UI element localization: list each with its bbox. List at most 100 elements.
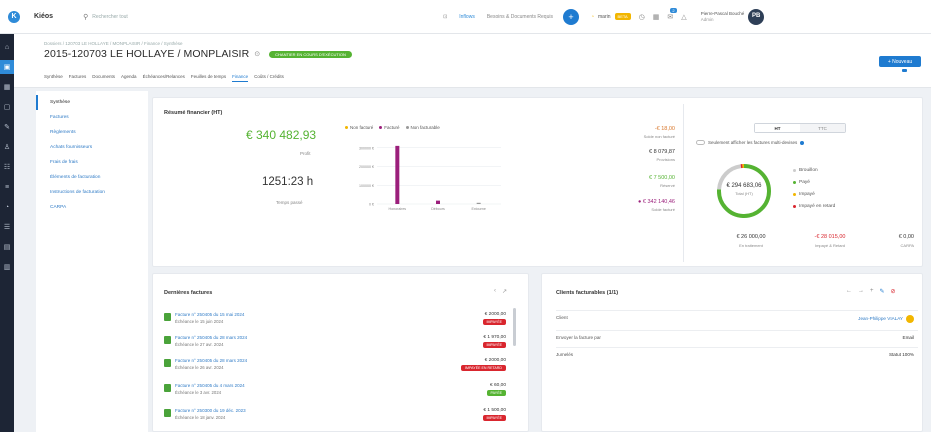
invoice-row[interactable]: Facture n° 250405 du 28 mars 2024 Échéan…: [164, 356, 516, 376]
multicurrency-toggle[interactable]: [696, 140, 705, 145]
jumeles-value: Statut 100%: [888, 352, 914, 357]
invoice-file-icon: [164, 384, 171, 392]
search-icon: ⚲: [83, 13, 89, 21]
invoice-title[interactable]: Facture n° 250300 du 19 déc. 2023: [175, 408, 246, 413]
invoice-title[interactable]: Facture n° 250405 du 28 mars 2024: [175, 335, 247, 340]
client-value[interactable]: Jean-Philippe VIALAY: [858, 315, 914, 323]
legend-dot: [793, 193, 796, 196]
sidebar-documents-icon[interactable]: ▦: [0, 80, 14, 94]
footer-carpa-value: € 0,00: [898, 234, 914, 240]
messages-icon[interactable]: ✉ 2: [667, 7, 677, 21]
arrow-right-icon[interactable]: →: [858, 288, 864, 295]
sidebar-edit-icon[interactable]: ✎: [0, 120, 14, 134]
invoice-scrollbar[interactable]: [513, 308, 516, 346]
client-label: Client: [556, 315, 568, 320]
new-button[interactable]: + Nouveau: [879, 56, 921, 67]
nav-synthese[interactable]: Synthèse: [36, 95, 148, 110]
footer-impaye-value: -€ 28 015,00: [814, 234, 846, 240]
legend-label: Impayé: [799, 192, 815, 197]
value-solde-facture: ● € 342 140,46: [638, 199, 675, 205]
ht-ttc-switch[interactable]: HT TTC: [754, 123, 846, 133]
nav-instructions-facturation[interactable]: Instructions de facturation: [36, 185, 148, 200]
add-icon[interactable]: +: [870, 288, 874, 295]
sidebar-list-icon[interactable]: ☷: [0, 160, 14, 174]
seg-ht[interactable]: HT: [755, 124, 800, 132]
breadcrumb[interactable]: Dossiers / 120703 LE HOLLAYE / MONPLAISI…: [44, 41, 182, 46]
tab-agenda[interactable]: Agenda: [121, 74, 137, 82]
global-search[interactable]: ⚲ Rechercher tout: [83, 13, 443, 21]
page-title: 2015-120703 LE HOLLAYE / MONPLAISIR: [44, 48, 250, 60]
invoice-row[interactable]: Facture n° 250405 du 28 mars 2024 Échéan…: [164, 333, 516, 353]
sidebar-stats-icon[interactable]: ▤: [0, 240, 14, 254]
account-icons: ◔: [590, 13, 595, 20]
sidebar-settings-icon[interactable]: ▥: [0, 260, 14, 274]
tab-echeances[interactable]: Échéances/Relances: [143, 74, 185, 82]
invoice-title[interactable]: Facture n° 250405 du 15 mai 2024: [175, 312, 244, 317]
nav-elements-facturation[interactable]: Éléments de facturation: [36, 170, 148, 185]
sidebar-menu-icon[interactable]: ≡: [0, 180, 14, 194]
add-button[interactable]: +: [562, 8, 579, 25]
bar-non-facturable[interactable]: [476, 202, 481, 204]
sidebar-contacts-icon[interactable]: ♙: [0, 140, 14, 154]
y-tick-label: 200000 €: [359, 165, 374, 169]
app-logo[interactable]: K: [0, 0, 28, 34]
documents-link[interactable]: Besoins & Documents Requis: [487, 14, 553, 20]
sidebar-files-icon[interactable]: ▢: [0, 100, 14, 114]
time-label: Temps passé: [276, 200, 303, 205]
nav-achats[interactable]: Achats fournisseurs: [36, 140, 148, 155]
app-name: Kiéos: [34, 13, 54, 20]
prev-icon[interactable]: ‹: [494, 288, 496, 295]
nav-factures[interactable]: Factures: [36, 110, 148, 125]
sidebar-home-icon[interactable]: ⌂: [0, 40, 14, 54]
tab-finance[interactable]: Finance: [232, 74, 249, 82]
sidebar: ⌂ ▣ ▦ ▢ ✎ ♙ ☷ ≡ ◔ ☰ ▤ ▥: [0, 34, 14, 432]
new-button-indicator: [902, 69, 907, 72]
invoice-file-icon: [164, 409, 171, 417]
clients-actions: ← → + ✎ ⊘: [846, 288, 896, 295]
invoice-row[interactable]: Facture n° 250405 du 15 mai 2024 Échéanc…: [164, 310, 516, 330]
copy-icon[interactable]: ⊙: [254, 50, 260, 58]
tab-couts-credits[interactable]: Coûts / Crédits: [254, 74, 284, 82]
footer-impaye-label: Impayé & Retard: [814, 243, 845, 248]
arrow-left-icon[interactable]: ←: [846, 288, 852, 295]
invoice-title[interactable]: Facture n° 250405 du 28 mars 2024: [175, 358, 247, 363]
sidebar-dossiers-icon[interactable]: ▣: [0, 60, 14, 74]
tab-factures[interactable]: Factures: [69, 74, 87, 82]
delete-icon[interactable]: ⊘: [891, 288, 896, 295]
nav-frais[interactable]: Frais de frais: [36, 155, 148, 170]
tag-icon[interactable]: ⊡: [443, 14, 447, 20]
invoice-status-badge: IMPAYÉE: [482, 342, 506, 348]
timer-icon[interactable]: ◷: [639, 13, 645, 21]
edit-icon[interactable]: ✎: [880, 288, 885, 295]
invoice-row[interactable]: Facture n° 250300 du 19 déc. 2023 Échéan…: [164, 406, 516, 426]
invoice-row[interactable]: Facture n° 250405 du 4 mars 2024 Échéanc…: [164, 381, 516, 401]
multicurrency-label: Seulement afficher les factures multi-de…: [708, 140, 798, 145]
inflows-link[interactable]: Inflows: [459, 14, 475, 20]
open-icon[interactable]: ↗: [502, 288, 507, 295]
info-icon[interactable]: [800, 140, 805, 145]
bar-facturé[interactable]: [436, 200, 440, 204]
seg-ttc[interactable]: TTC: [800, 124, 845, 132]
user-menu[interactable]: Pierre-Pascal Bouché Admin PB: [700, 8, 765, 25]
sidebar-reports-icon[interactable]: ☰: [0, 220, 14, 234]
invoice-title[interactable]: Facture n° 250405 du 4 mars 2024: [175, 383, 245, 388]
bell-icon[interactable]: △: [681, 13, 686, 21]
client-row: Client Jean-Philippe VIALAY: [556, 310, 918, 323]
tab-documents[interactable]: Documents: [92, 74, 115, 82]
client-name[interactable]: Jean-Philippe VIALAY: [858, 316, 903, 321]
invoice-amount: € 1 970,00: [483, 335, 506, 340]
nav-carpa[interactable]: CARPA: [36, 200, 148, 215]
account-switcher[interactable]: ◔ marin BETA: [591, 13, 631, 20]
tab-synthese[interactable]: Synthèse: [44, 74, 63, 82]
sidebar-time-icon[interactable]: ◔: [0, 200, 14, 214]
calendar-icon[interactable]: ▦: [653, 13, 660, 21]
bar-facturé[interactable]: [395, 145, 400, 204]
search-input[interactable]: Rechercher tout: [92, 14, 128, 20]
invoice-status-badge: IMPAYÉE: [482, 415, 506, 421]
tab-feuilles-temps[interactable]: Feuilles de temps: [191, 74, 226, 82]
title-row: 2015-120703 LE HOLLAYE / MONPLAISIR ⊙ CH…: [44, 48, 352, 60]
nav-reglements[interactable]: Règlements: [36, 125, 148, 140]
label-provisions: Provisions: [656, 157, 675, 162]
avatar[interactable]: PB: [748, 8, 765, 25]
user-name: Pierre-Pascal Bouché: [700, 11, 745, 17]
